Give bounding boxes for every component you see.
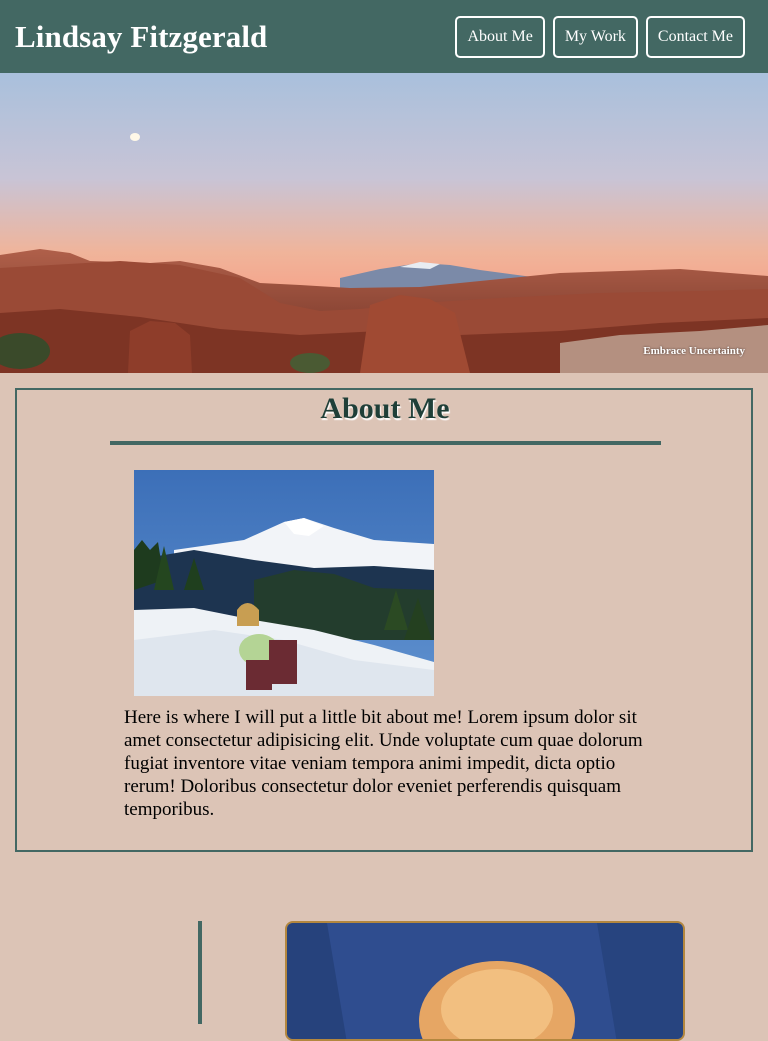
site-header: Lindsay Fitzgerald About Me My Work Cont… (0, 0, 768, 73)
hero-banner: Embrace Uncertainty (0, 73, 768, 373)
hero-caption: Embrace Uncertainty (643, 345, 745, 357)
hero-landscape-image (0, 73, 768, 373)
main-nav: About Me My Work Contact Me (455, 15, 745, 58)
nav-about-me-button[interactable]: About Me (455, 15, 545, 58)
about-divider (110, 441, 661, 445)
about-me-heading: About Me (320, 392, 450, 425)
about-me-section: About Me Here is where I will put a litt… (15, 388, 753, 852)
about-me-text: Here is where I will put a little bit ab… (124, 707, 643, 820)
about-me-photo (134, 470, 434, 696)
site-name[interactable]: Lindsay Fitzgerald (15, 19, 267, 55)
dog-photo (285, 921, 685, 1041)
nav-my-work-button[interactable]: My Work (552, 15, 638, 58)
vertical-divider (198, 921, 202, 1024)
nav-contact-me-button[interactable]: Contact Me (645, 15, 745, 58)
